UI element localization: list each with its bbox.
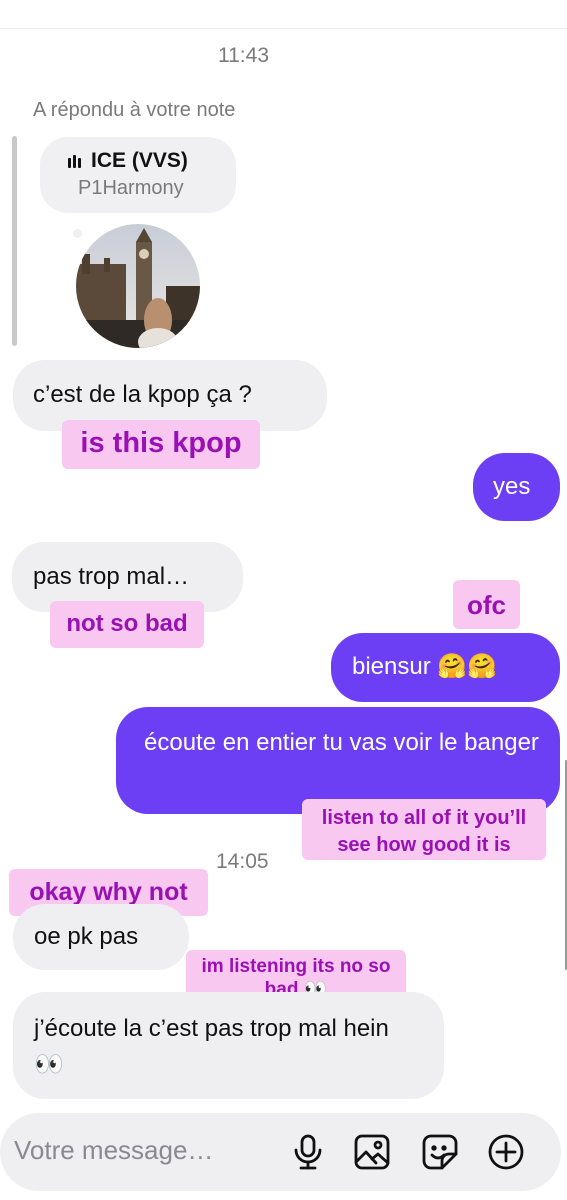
translation-label: listen to all of it you’ll see how good …: [302, 799, 546, 860]
incoming-message[interactable]: oe pk pas: [13, 904, 189, 970]
song-artist: P1Harmony: [78, 177, 184, 199]
translation-label: not so bad: [50, 601, 204, 648]
outgoing-message[interactable]: biensur 🤗🤗: [331, 633, 560, 702]
timestamp: 11:43: [218, 44, 269, 67]
timestamp: 14:05: [216, 850, 269, 873]
avatar[interactable]: [76, 224, 200, 348]
reply-context-label: A répondu à votre note: [33, 99, 236, 121]
quote-bar: [12, 136, 17, 346]
gallery-icon[interactable]: [352, 1132, 392, 1172]
top-divider: [0, 28, 567, 29]
note-card[interactable]: ICE (VVS) P1Harmony: [40, 137, 236, 213]
sticker-icon[interactable]: [420, 1132, 460, 1172]
message-composer: Votre message…: [0, 1113, 561, 1191]
note-title-row: ICE (VVS): [68, 149, 236, 173]
note-bubble-dot: [73, 229, 82, 238]
song-title: ICE (VVS): [91, 149, 188, 172]
outgoing-message[interactable]: écoute en entier tu vas voir le banger: [116, 707, 560, 814]
translation-label: ofc: [453, 580, 520, 629]
incoming-message[interactable]: j’écoute la c’est pas trop mal hein 👀: [13, 992, 444, 1099]
translation-label: is this kpop: [62, 420, 260, 469]
outgoing-message[interactable]: yes: [473, 453, 560, 521]
plus-circle-icon[interactable]: [486, 1132, 526, 1172]
microphone-icon[interactable]: [288, 1132, 328, 1172]
music-bars-icon: [68, 154, 81, 168]
message-input[interactable]: Votre message…: [14, 1135, 213, 1166]
